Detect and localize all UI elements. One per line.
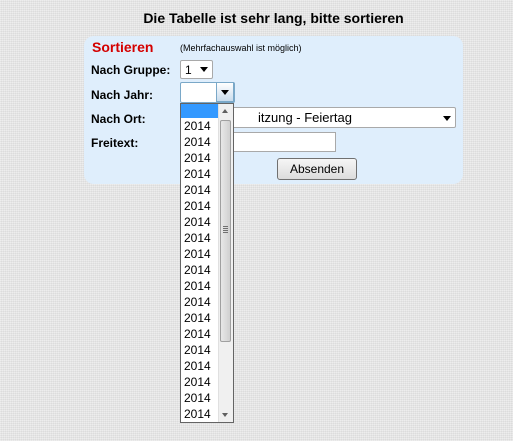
dropdown-option[interactable]: 2014 [184,390,220,406]
chevron-down-icon [200,67,208,72]
scroll-up-icon[interactable] [222,109,228,113]
dropdown-option[interactable]: 2014 [184,182,220,198]
dropdown-option[interactable]: 2014 [184,278,220,294]
page-title: Die Tabelle ist sehr lang, bitte sortier… [143,10,404,26]
dropdown-option[interactable]: 2014 [184,214,220,230]
place-select-value: itzung - Feiertag [258,110,352,125]
group-select-value: 1 [185,63,192,77]
freetext-label: Freitext: [91,136,139,150]
dropdown-option[interactable]: 2014 [184,374,220,390]
submit-button[interactable]: Absenden [277,158,357,180]
dropdown-option[interactable]: 2014 [184,310,220,326]
chevron-down-icon [443,116,451,121]
dropdown-options: 2014 2014 2014 2014 2014 2014 2014 2014 … [184,118,220,422]
group-select[interactable]: 1 [180,60,213,79]
dropdown-option[interactable]: 2014 [184,246,220,262]
grip-icon [223,226,228,233]
dropdown-option[interactable]: 2014 [184,406,220,422]
dropdown-option[interactable]: 2014 [184,198,220,214]
dropdown-option[interactable]: 2014 [184,118,220,134]
dropdown-scrollbar[interactable] [218,104,233,422]
dropdown-option[interactable]: 2014 [184,294,220,310]
dropdown-option[interactable]: 2014 [184,166,220,182]
group-label: Nach Gruppe: [91,63,171,77]
dropdown-option-highlighted[interactable] [181,104,220,118]
year-select-dropdown-button[interactable] [216,82,234,102]
dropdown-option[interactable]: 2014 [184,262,220,278]
dropdown-option[interactable]: 2014 [184,358,220,374]
section-title: Sortieren [92,39,154,55]
dropdown-option[interactable]: 2014 [184,134,220,150]
scroll-down-icon[interactable] [222,413,228,417]
multiselect-hint: (Mehrfachauswahl ist möglich) [180,43,302,53]
dropdown-option[interactable]: 2014 [184,230,220,246]
dropdown-option[interactable]: 2014 [184,150,220,166]
chevron-down-icon [221,90,229,95]
dropdown-option[interactable]: 2014 [184,326,220,342]
year-label: Nach Jahr: [91,88,154,102]
year-dropdown-list: 2014 2014 2014 2014 2014 2014 2014 2014 … [180,103,234,423]
scrollbar-thumb[interactable] [220,120,231,342]
freetext-input[interactable] [232,132,336,152]
place-label: Nach Ort: [91,112,146,126]
dropdown-option[interactable]: 2014 [184,342,220,358]
